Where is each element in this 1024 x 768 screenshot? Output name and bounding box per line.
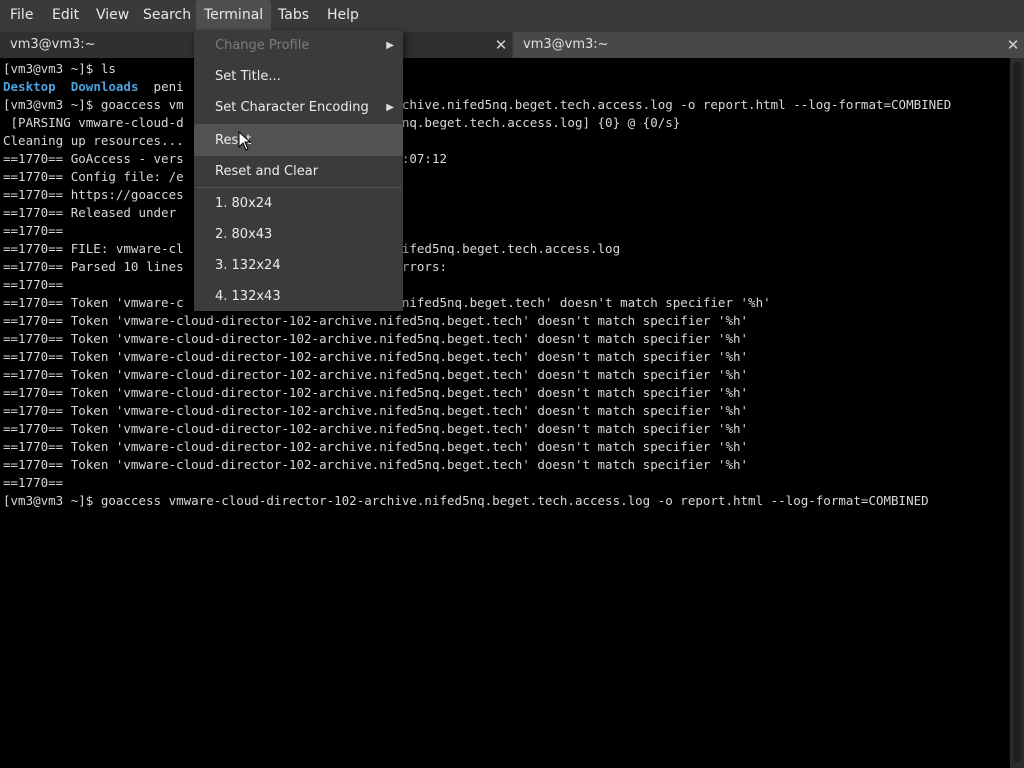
terminal-line: ==1770== Token 'vmware-cloud-director-10… (3, 313, 749, 328)
tab-1-label: vm3@vm3:~ (10, 37, 96, 52)
scrollbar-thumb[interactable] (1013, 62, 1021, 762)
terminal-line: ==1770== Token 'vmware-cloud-director-10… (3, 457, 749, 472)
menu-item-label: 2. 80x43 (215, 227, 273, 242)
close-icon[interactable]: ✕ (494, 32, 508, 58)
menu-item-label: 1. 80x24 (215, 196, 273, 211)
menu-item-size-132x24[interactable]: 3. 132x24 (194, 250, 403, 281)
menu-view[interactable]: View (96, 0, 129, 30)
menu-item-size-132x43[interactable]: 4. 132x43 (194, 281, 403, 312)
terminal-line: ==1770== Config file: /e (3, 169, 184, 184)
terminal-line: ==1770== Token 'vmware-cloud-director-10… (3, 349, 749, 364)
close-icon[interactable]: ✕ (1006, 32, 1020, 58)
tab-bar: vm3@vm3:~ ✕ vm3@vm3:~ ✕ (0, 30, 1024, 58)
menu-item-set-title[interactable]: Set Title... (194, 61, 403, 92)
tab-2[interactable]: vm3@vm3:~ ✕ (513, 32, 1024, 58)
terminal-line: ==1770== (3, 223, 64, 238)
menu-search[interactable]: Search (143, 0, 191, 30)
tab-2-label: vm3@vm3:~ (523, 37, 609, 52)
menu-edit[interactable]: Edit (52, 0, 79, 30)
menu-item-reset[interactable]: Reset (194, 125, 403, 156)
terminal-line: ==1770== (3, 475, 64, 490)
terminal-line: Cleaning up resources... (3, 133, 184, 148)
terminal-line: ==1770== Token 'vmware-cloud-director-10… (3, 403, 749, 418)
menu-terminal[interactable]: Terminal (196, 0, 272, 30)
menu-item-label: 3. 132x24 (215, 258, 281, 273)
terminal-line: ==1770== Token 'vmware-cloud-director-10… (3, 331, 749, 346)
menu-bar: File Edit View Search Terminal Tabs Help (0, 0, 1024, 30)
terminal-line: ==1770== Released under (3, 205, 177, 220)
file-peni: peni (153, 79, 184, 94)
terminal-menu-dropdown: Change Profile ▶ Set Title... Set Charac… (194, 30, 403, 311)
menu-item-change-profile[interactable]: Change Profile ▶ (194, 30, 403, 61)
menu-item-label: Change Profile (215, 38, 310, 53)
menu-item-label: Reset and Clear (215, 164, 319, 179)
menu-item-reset-and-clear[interactable]: Reset and Clear (194, 156, 403, 187)
terminal-line: ==1770== https://goacces (3, 187, 184, 202)
terminal-line: [vm3@vm3 ~]$ goaccess vm chive.nifed5nq.… (3, 97, 952, 112)
menu-file[interactable]: File (10, 0, 33, 30)
terminal-line-ls-output: Desktop Downloads peni (3, 78, 184, 96)
terminal-line: [vm3@vm3 ~]$ ls (3, 61, 116, 76)
menu-item-label: Set Character Encoding (215, 100, 369, 115)
menu-item-label: 4. 132x43 (215, 289, 281, 304)
menu-item-label: Set Title... (215, 69, 281, 84)
terminal-line: ==1770== Token 'vmware-cloud-director-10… (3, 367, 749, 382)
menu-tabs[interactable]: Tabs (278, 0, 309, 30)
terminal-scrollbar[interactable] (1010, 58, 1024, 768)
menu-item-set-character-encoding[interactable]: Set Character Encoding ▶ (194, 92, 403, 123)
menu-item-size-80x43[interactable]: 2. 80x43 (194, 219, 403, 250)
dir-desktop: Desktop (3, 79, 56, 94)
triangle-right-icon: ▶ (386, 102, 394, 113)
terminal-output[interactable]: [vm3@vm3 ~]$ ls Desktop Downloads peni [… (0, 58, 1010, 768)
terminal-line: [vm3@vm3 ~]$ goaccess vmware-cloud-direc… (3, 493, 929, 508)
menu-help[interactable]: Help (327, 0, 359, 30)
triangle-right-icon: ▶ (386, 40, 394, 51)
mouse-cursor-icon (238, 131, 252, 151)
dir-downloads: Downloads (70, 79, 139, 94)
terminal-line: ==1770== Token 'vmware-cloud-director-10… (3, 439, 749, 454)
terminal-line: ==1770== Token 'vmware-cloud-director-10… (3, 385, 749, 400)
menu-item-size-80x24[interactable]: 1. 80x24 (194, 188, 403, 219)
terminal-line: ==1770== Token 'vmware-cloud-director-10… (3, 421, 749, 436)
terminal-line: ==1770== (3, 277, 64, 292)
